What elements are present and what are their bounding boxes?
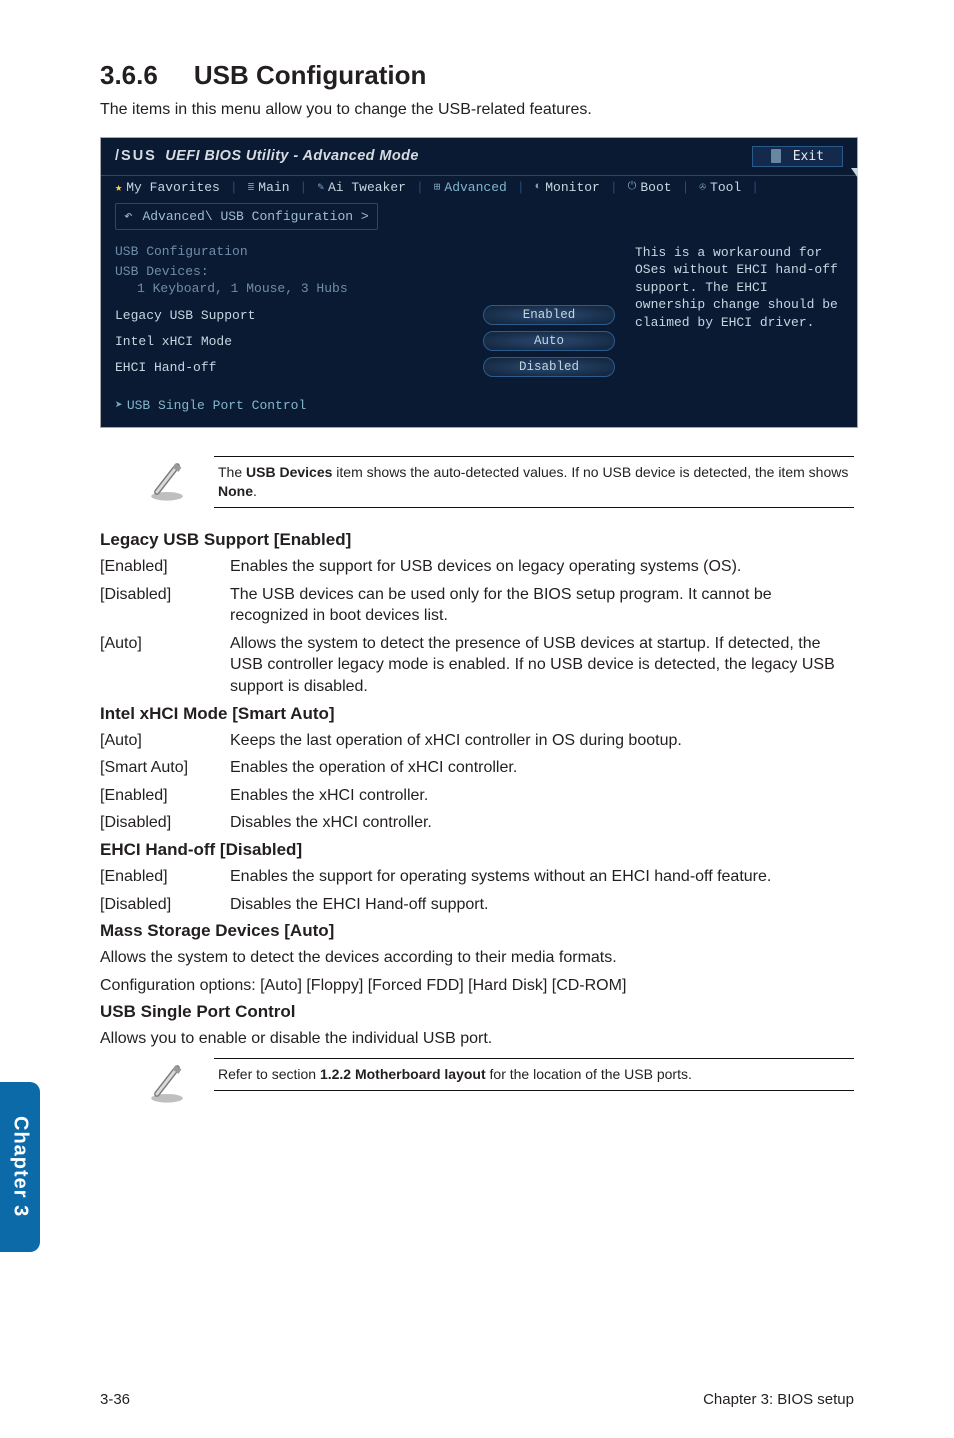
plug-icon [771, 149, 781, 163]
menu-main[interactable]: ≣Main [248, 180, 290, 195]
legacy-head: Legacy USB Support [Enabled] [100, 530, 854, 550]
star-icon: ★ [115, 180, 122, 195]
section-heading: 3.6.6 USB Configuration [100, 60, 854, 91]
xhci-smart: [Smart Auto]Enables the operation of xHC… [100, 757, 854, 779]
bios-screenshot: /SUS UEFI BIOS Utility - Advanced Mode E… [100, 137, 858, 429]
menu-favorites[interactable]: ★My Favorites [115, 180, 220, 195]
note-icon [144, 1058, 190, 1109]
single-head: USB Single Port Control [100, 1002, 854, 1022]
menu-advanced[interactable]: ⊞Advanced [434, 180, 507, 195]
menu-ai[interactable]: ✎Ai Tweaker [317, 180, 406, 195]
note-text: The USB Devices item shows the auto-dete… [214, 456, 854, 508]
exit-button[interactable]: Exit [752, 146, 843, 167]
mass-head: Mass Storage Devices [Auto] [100, 921, 854, 941]
single-port-link[interactable]: ➤USB Single Port Control [115, 398, 615, 413]
single-line1: Allows you to enable or disable the indi… [100, 1028, 854, 1050]
ehci-enabled: [Enabled]Enables the support for operati… [100, 866, 854, 888]
mass-line2: Configuration options: [Auto] [Floppy] [… [100, 975, 854, 997]
mass-line1: Allows the system to detect the devices … [100, 947, 854, 969]
page-number: 3-36 [100, 1391, 130, 1408]
chevron-right-icon: ➤ [115, 398, 123, 413]
xhci-row[interactable]: Intel xHCI Mode Auto [115, 328, 615, 354]
menu-tool[interactable]: ✇Tool [699, 180, 741, 195]
page-footer: 3-36 Chapter 3: BIOS setup [100, 1391, 854, 1408]
ehci-value[interactable]: Disabled [483, 357, 615, 377]
menu-monitor[interactable]: ◐Monitor [535, 180, 600, 195]
menu-boot[interactable]: ⏻Boot [628, 180, 672, 195]
note-mb-layout: Refer to section 1.2.2 Motherboard layou… [144, 1058, 854, 1109]
xhci-enabled: [Enabled]Enables the xHCI controller. [100, 785, 854, 807]
ehci-head: EHCI Hand-off [Disabled] [100, 840, 854, 860]
bios-title-text: UEFI BIOS Utility - Advanced Mode [165, 148, 419, 164]
bios-titlebar: /SUS UEFI BIOS Utility - Advanced Mode E… [101, 138, 857, 176]
note-usb-devices: The USB Devices item shows the auto-dete… [144, 456, 854, 508]
list-icon: ≣ [248, 180, 255, 194]
note-text: Refer to section 1.2.2 Motherboard layou… [214, 1058, 854, 1091]
bios-menu: ★My Favorites| ≣Main| ✎Ai Tweaker| ⊞Adva… [101, 176, 857, 195]
xhci-head: Intel xHCI Mode [Smart Auto] [100, 704, 854, 724]
advanced-icon: ⊞ [434, 180, 441, 194]
usb-devices-row: USB Devices: 1 Keyboard, 1 Mouse, 3 Hubs [115, 264, 615, 298]
legacy-auto: [Auto]Allows the system to detect the pr… [100, 633, 854, 698]
bios-title: /SUS UEFI BIOS Utility - Advanced Mode [115, 148, 419, 164]
footer-title: Chapter 3: BIOS setup [703, 1391, 854, 1408]
tool-icon: ✇ [699, 180, 706, 194]
back-icon: ↶ [124, 208, 132, 225]
bios-help-text: This is a workaround for OSes without EH… [615, 244, 843, 414]
chapter-tab-label: Chapter 3 [9, 1116, 32, 1217]
section-title: USB Configuration [194, 60, 427, 90]
xhci-disabled: [Disabled]Disables the xHCI controller. [100, 812, 854, 834]
exit-label: Exit [793, 149, 824, 164]
section-number: 3.6.6 [100, 60, 158, 90]
bios-left-panel: USB Configuration USB Devices: 1 Keyboar… [115, 244, 615, 414]
legacy-usb-row[interactable]: Legacy USB Support Enabled [115, 302, 615, 328]
ehci-row[interactable]: EHCI Hand-off Disabled [115, 354, 615, 380]
breadcrumb[interactable]: ↶ Advanced\ USB Configuration > [115, 203, 378, 230]
legacy-disabled: [Disabled]The USB devices can be used on… [100, 584, 854, 627]
legacy-enabled: [Enabled]Enables the support for USB dev… [100, 556, 854, 578]
cursor-icon [851, 168, 858, 178]
xhci-auto: [Auto]Keeps the last operation of xHCI c… [100, 730, 854, 752]
note-icon [144, 456, 190, 507]
asus-logo-text: /SUS [115, 148, 157, 164]
monitor-icon: ◐ [535, 181, 542, 193]
legacy-usb-value[interactable]: Enabled [483, 305, 615, 325]
breadcrumb-text: Advanced\ USB Configuration > [142, 209, 368, 224]
usb-config-row: USB Configuration [115, 244, 615, 261]
intro-text: The items in this menu allow you to chan… [100, 99, 854, 121]
power-icon: ⏻ [628, 181, 637, 193]
ehci-disabled: [Disabled]Disables the EHCI Hand-off sup… [100, 894, 854, 916]
chapter-tab: Chapter 3 [0, 1082, 40, 1252]
xhci-value[interactable]: Auto [483, 331, 615, 351]
tweak-icon: ✎ [317, 180, 324, 194]
